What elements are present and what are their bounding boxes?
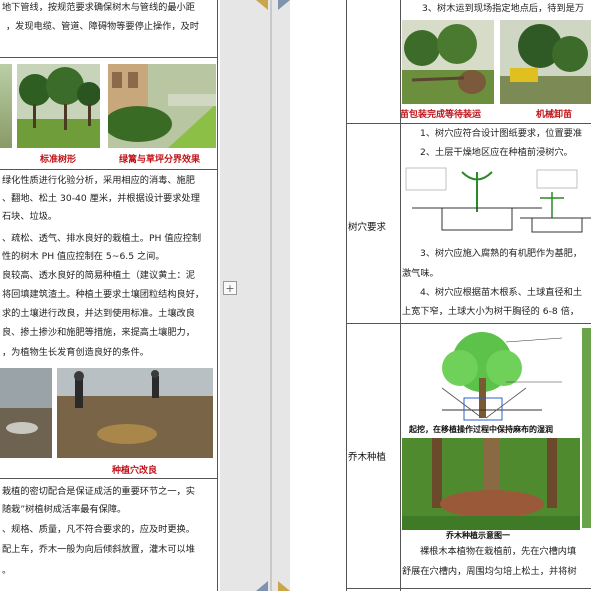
text-line: 、规格、质量，凡不符合要求的，应及时更换。 xyxy=(2,524,195,535)
caption-machine-unloading: 机械卸苗 xyxy=(536,110,573,120)
text-line: 裸根木本植物在栽植前，先在穴槽内填 xyxy=(420,546,577,557)
text-line: ，发现电缆、管道、障碍物等要停止操作，及时 xyxy=(6,21,199,32)
text-line: 石块、垃圾。 xyxy=(2,211,58,222)
photo-partial-right xyxy=(582,328,591,528)
diagram-pit-sketch xyxy=(402,162,591,240)
row-label-pit: 树穴要求 xyxy=(348,222,387,233)
caption-hedge-lawn: 绿篱与草坪分界效果 xyxy=(119,155,201,165)
text-line: 。 xyxy=(2,565,12,576)
table-border xyxy=(0,478,218,479)
table-border-left xyxy=(346,0,347,591)
text-line: 、翻地、松土 30-40 厘米，并根据设计要求处理 xyxy=(2,193,200,204)
text-line: 配上车，乔木一般为向后倾斜放置，灌木可以堆 xyxy=(2,544,195,555)
photo-partial xyxy=(0,64,12,148)
photo-wrapped-seedlings xyxy=(402,20,494,104)
caption-planting-pit: 种植穴改良 xyxy=(112,466,158,476)
row-label-tree-planting: 乔木种植 xyxy=(348,452,387,463)
text-line: 地下管线，按规范要求确保树木与管线的最小距 xyxy=(2,2,195,13)
photo-planting-pit xyxy=(57,368,213,458)
page-fold-markers xyxy=(256,0,290,591)
text-line: 、疏松、透气、排水良好的栽植土。PH 值应控制 xyxy=(2,233,202,244)
text-line: 3、树穴应施入腐熟的有机肥作为基肥， xyxy=(420,248,583,259)
photo-partial-soil xyxy=(0,368,52,458)
table-border xyxy=(346,123,591,124)
table-border xyxy=(0,169,218,170)
table-border xyxy=(0,57,218,58)
diagram-tree-planting xyxy=(402,328,582,428)
text-line: 随栽”树植树成活率最有保障。 xyxy=(2,504,127,515)
caption-standard-tree: 标准树形 xyxy=(40,155,77,165)
table-border xyxy=(346,323,591,324)
caption-wrapped-seedlings: 苗包装完成等待装运 xyxy=(400,110,482,120)
text-line: 求的土壤进行改良，并达到使用标准。土壤改良 xyxy=(2,308,195,319)
text-line: 舒展在穴槽内，周围均匀培上松土，并将树 xyxy=(402,566,577,577)
table-border-right xyxy=(217,0,218,591)
photo-machine-unloading xyxy=(500,20,591,104)
text-line: 2、土层干燥地区应在种植前浸树穴。 xyxy=(420,147,573,158)
table-border xyxy=(346,588,591,589)
right-page: 3、树木运到现场指定地点后，待到是万 苗包装完成等待装运 机械卸苗 树穴要求 1… xyxy=(290,0,591,591)
text-line: 良、掺土掺沙和施肥等措施，来提高土壤肥力， xyxy=(2,327,195,338)
text-line: 1、树穴应符合设计图纸要求，位置要准 xyxy=(420,128,583,139)
photo-standard-tree xyxy=(17,64,100,148)
text-line: 将回填建筑渣土。种植土要求土壤团粒结构良好， xyxy=(2,289,205,300)
photo-hedge-lawn xyxy=(108,64,216,148)
text-line: 绿化性质进行化验分析，采用相应的消毒、施肥 xyxy=(2,175,195,186)
caption-photo: 乔木种植示意图一 xyxy=(446,531,510,540)
add-button[interactable]: + xyxy=(223,281,237,295)
text-line: 栽植的密切配合是保证成活的重要环节之一，实 xyxy=(2,486,195,497)
table-border-col xyxy=(400,0,401,591)
text-line: 3、树木运到现场指定地点后，待到是万 xyxy=(422,3,585,14)
left-page: 地下管线，按规范要求确保树木与管线的最小距 ，发现电缆、管道、障碍物等要停止操作… xyxy=(0,0,220,591)
photo-tree-planting xyxy=(402,438,580,530)
caption-diagram: 起挖，在移植操作过程中保持麻布的湿润 xyxy=(409,425,553,434)
text-line: ，为植物生长发育创造良好的条件。 xyxy=(2,347,149,358)
text-line: 激气味。 xyxy=(402,268,439,279)
text-line: 良较高、透水良好的简易种植土（建议黄土：泥 xyxy=(2,270,195,281)
text-line: 上宽下窄，土球大小为树干胸径的 6-8 倍， xyxy=(402,306,580,317)
text-line: 性的树木 PH 值应控制在 5~6.5 之间。 xyxy=(2,251,165,262)
text-line: 4、树穴应根据苗木根系、土球直径和土 xyxy=(420,287,583,298)
